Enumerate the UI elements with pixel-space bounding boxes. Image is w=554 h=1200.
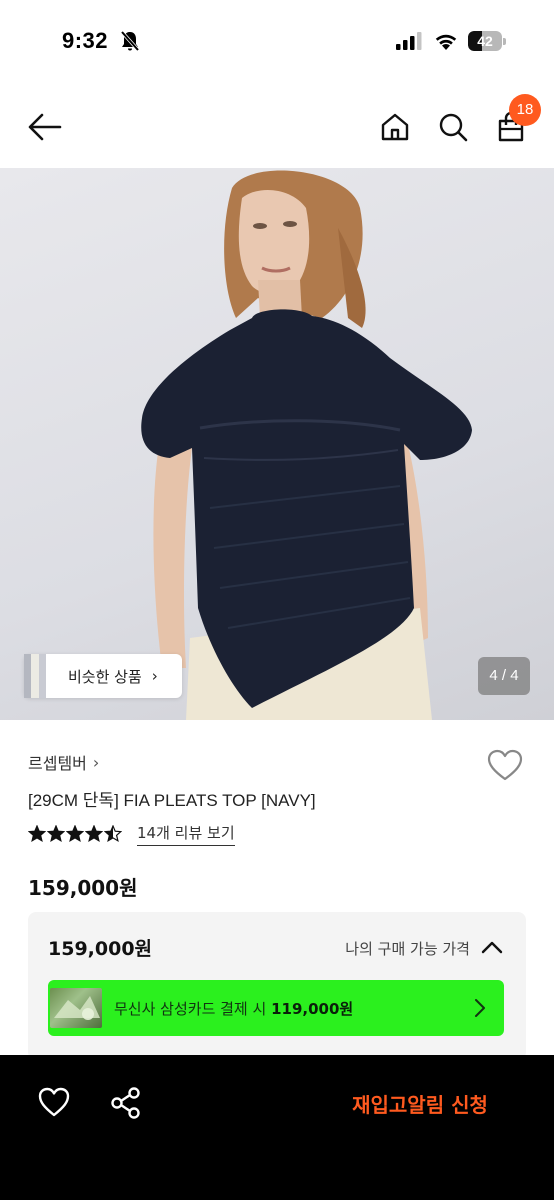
star-icon bbox=[47, 825, 65, 843]
bell-off-icon bbox=[120, 30, 140, 52]
chevron-right-icon bbox=[475, 999, 485, 1017]
heart-icon bbox=[38, 1087, 70, 1117]
top-nav bbox=[0, 86, 554, 168]
similar-products-thumbnail bbox=[24, 654, 46, 698]
share-icon bbox=[111, 1087, 140, 1119]
brand-link[interactable]: 르셉템버 › bbox=[28, 750, 99, 774]
card-promo-text: 무신사 삼성카드 결제 시 119,000원 bbox=[114, 999, 354, 1018]
status-bar: 9:32 42 bbox=[0, 0, 554, 86]
rating-row: 14개 리뷰 보기 bbox=[28, 822, 235, 846]
brand-name: 르셉템버 bbox=[28, 754, 87, 773]
home-button[interactable] bbox=[374, 106, 416, 148]
chevron-right-icon: › bbox=[151, 667, 158, 685]
restock-alert-button[interactable]: 재입고알림 신청 bbox=[320, 1085, 520, 1125]
chevron-right-icon: › bbox=[92, 752, 100, 772]
similar-products-label: 비슷한 상품 bbox=[68, 667, 142, 686]
status-time: 9:32 bbox=[62, 28, 109, 53]
product-photo bbox=[141, 170, 473, 720]
search-button[interactable] bbox=[432, 106, 474, 148]
rating-stars bbox=[28, 825, 123, 843]
product-price: 159,000원 bbox=[28, 876, 138, 900]
review-link[interactable]: 14개 리뷰 보기 bbox=[137, 822, 235, 846]
chevron-up-icon[interactable] bbox=[480, 936, 504, 958]
star-icon bbox=[85, 825, 103, 843]
my-price-label[interactable]: 나의 구매 가능 가격 bbox=[345, 938, 470, 959]
star-icon bbox=[104, 825, 122, 843]
battery-level: 42 bbox=[477, 33, 493, 49]
heart-icon bbox=[487, 749, 523, 781]
star-icon bbox=[66, 825, 84, 843]
home-icon bbox=[381, 113, 409, 141]
card-image bbox=[50, 988, 102, 1028]
product-name: [29CM 단독] FIA PLEATS TOP [NAVY] bbox=[28, 791, 316, 810]
product-image-gallery[interactable]: 비슷한 상품 › 4 / 4 bbox=[0, 168, 554, 720]
image-page-counter: 4 / 4 bbox=[478, 657, 530, 695]
star-icon bbox=[28, 825, 46, 843]
battery-icon: 42 bbox=[468, 31, 506, 51]
search-icon bbox=[439, 113, 468, 142]
wifi-icon bbox=[435, 34, 457, 50]
signal-icon bbox=[396, 32, 422, 50]
price-box-price: 159,000원 bbox=[48, 938, 153, 960]
price-box: 159,000원 나의 구매 가능 가격 무신사 삼성카드 결제 시 119,0… bbox=[28, 912, 526, 1060]
cart-count-badge: 18 bbox=[509, 94, 541, 126]
share-button[interactable] bbox=[108, 1085, 144, 1121]
bottom-wishlist-button[interactable] bbox=[36, 1085, 72, 1121]
back-button[interactable] bbox=[24, 106, 66, 148]
back-arrow-icon bbox=[28, 113, 62, 141]
bottom-action-bar: 재입고알림 신청 bbox=[0, 1055, 554, 1200]
card-promo-banner[interactable]: 무신사 삼성카드 결제 시 119,000원 bbox=[48, 980, 504, 1036]
wishlist-button[interactable] bbox=[486, 748, 524, 784]
similar-products-button[interactable]: 비슷한 상품 › bbox=[24, 654, 182, 698]
